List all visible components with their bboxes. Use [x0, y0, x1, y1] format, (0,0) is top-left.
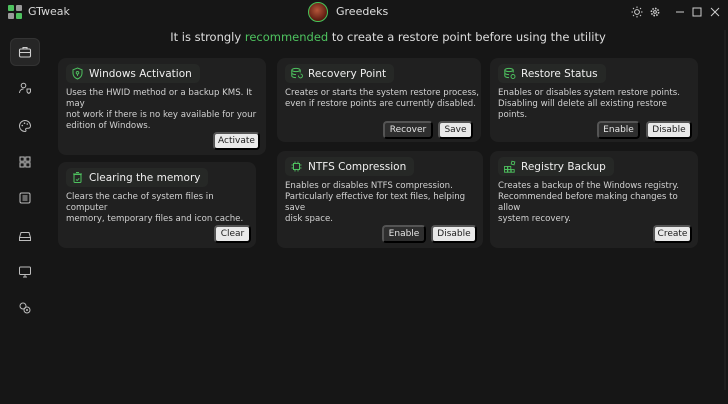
scrollbar[interactable]	[724, 30, 726, 390]
app-logo-icon	[8, 5, 22, 19]
user-shield-icon	[19, 82, 31, 94]
card-title: Restore Status	[498, 64, 606, 83]
card-restore-status: Restore Status Enables or disables syste…	[490, 58, 698, 142]
banner-accent: recommended	[244, 30, 329, 44]
recover-button[interactable]: Recover	[383, 121, 433, 139]
card-title: NTFS Compression	[285, 157, 415, 176]
card-registry-backup: Registry Backup Creates a backup of the …	[490, 151, 698, 248]
trash-icon	[71, 171, 84, 184]
user-name: Greedeks	[336, 5, 389, 18]
card-ntfs-compression: NTFS Compression Enables or disables NTF…	[277, 151, 483, 248]
title-bar: GTweak Greedeks	[0, 0, 728, 24]
sidebar-item-confidentiality[interactable]	[10, 38, 40, 66]
maximize-icon[interactable]	[690, 5, 704, 19]
ntfs-disable-button[interactable]: Disable	[431, 225, 477, 243]
monitor-icon	[19, 266, 31, 278]
registry-blocks-icon	[503, 160, 516, 173]
database-toggle-icon	[503, 67, 516, 80]
card-windows-activation: Windows Activation Uses the HWID method …	[58, 58, 266, 155]
card-description: Creates a backup of the Windows registry…	[498, 181, 679, 224]
card-recovery-point: Recovery Point Creates or starts the sys…	[277, 58, 481, 142]
sidebar	[0, 24, 48, 404]
palette-icon	[19, 119, 32, 133]
briefcase-icon	[18, 47, 32, 58]
create-backup-button[interactable]: Create	[653, 225, 692, 243]
services-icon	[19, 192, 31, 204]
minimize-icon[interactable]	[673, 5, 687, 19]
sidebar-item-system[interactable]	[10, 258, 40, 286]
settings-gear-icon[interactable]	[648, 5, 662, 19]
clear-button[interactable]: Clear	[214, 225, 251, 243]
card-description: Enables or disables NTFS compression. Pa…	[285, 181, 466, 224]
restore-disable-button[interactable]: Disable	[646, 121, 692, 139]
activate-button[interactable]: Activate	[213, 132, 260, 150]
card-title: Clearing the memory	[66, 168, 209, 187]
ntfs-enable-button[interactable]: Enable	[382, 225, 426, 243]
shield-key-icon	[71, 67, 84, 80]
app-name: GTweak	[28, 5, 70, 18]
apps-grid-icon	[19, 156, 31, 168]
card-title: Registry Backup	[498, 157, 614, 176]
card-clearing-memory: Clearing the memory Clears the cache of …	[58, 162, 256, 248]
sidebar-item-applications[interactable]	[10, 148, 40, 176]
user-avatar[interactable]	[308, 2, 328, 22]
theme-toggle-icon[interactable]	[630, 5, 644, 19]
chip-icon	[290, 160, 303, 173]
restore-recommendation-banner: It is strongly recommended to create a r…	[170, 30, 606, 44]
sidebar-item-interface[interactable]	[10, 112, 40, 140]
sidebar-item-info[interactable]	[10, 294, 40, 322]
card-title: Recovery Point	[285, 64, 395, 83]
card-description: Enables or disables system restore point…	[498, 88, 680, 120]
sidebar-item-user[interactable]	[10, 74, 40, 102]
card-description: Clears the cache of system files in comp…	[66, 192, 244, 224]
database-restore-icon	[290, 67, 303, 80]
restore-enable-button[interactable]: Enable	[597, 121, 640, 139]
card-description: Creates or starts the system restore pro…	[285, 88, 480, 109]
close-icon[interactable]	[708, 5, 722, 19]
card-title: Windows Activation	[66, 64, 200, 83]
save-button[interactable]: Save	[438, 121, 473, 139]
sidebar-item-drive[interactable]	[10, 222, 40, 250]
card-description: Uses the HWID method or a backup KMS. It…	[66, 88, 257, 131]
drive-icon	[19, 232, 31, 241]
sidebar-item-services[interactable]	[10, 184, 40, 212]
system-info-icon	[19, 302, 31, 314]
